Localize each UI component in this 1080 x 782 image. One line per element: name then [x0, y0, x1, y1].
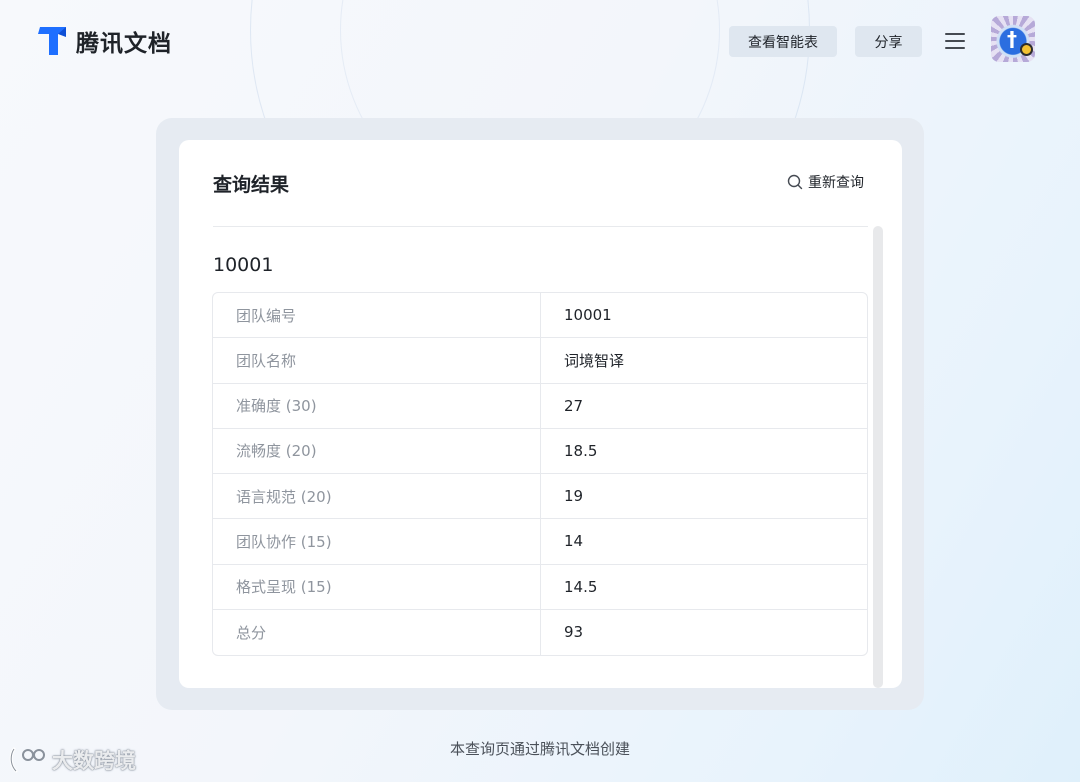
footer-note: 本查询页通过腾讯文档创建 [449, 740, 630, 758]
menu-icon[interactable] [945, 33, 965, 49]
requery-label: 重新查询 [808, 175, 864, 191]
field-value: 18.5 [564, 441, 598, 460]
result-table: 团队编号 10001 团队名称 词境智译 准确度 (30) 27 流畅度 (20… [212, 292, 868, 656]
table-row: 语言规范 (20) 19 [213, 474, 867, 520]
field-value: 27 [564, 396, 584, 415]
field-label: 流畅度 (20) [213, 428, 541, 473]
watermark-logo-icon [9, 747, 45, 773]
field-value: 19 [564, 487, 584, 506]
field-value: 14.5 [564, 577, 598, 596]
avatar-cross-icon: † [1007, 27, 1017, 51]
requery-button[interactable]: 重新查询 [787, 172, 864, 192]
table-row: 总分 93 [213, 609, 867, 655]
field-label: 团队协作 (15) [213, 519, 541, 564]
app-logo-text: 腾讯文档 [76, 31, 172, 57]
table-row: 团队编号 10001 [213, 293, 867, 339]
field-label: 团队名称 [213, 338, 541, 383]
table-row: 团队协作 (15) 14 [213, 519, 867, 565]
field-label: 语言规范 (20) [213, 474, 541, 519]
table-row: 团队名称 词境智译 [213, 338, 867, 384]
page-title: 查询结果 [213, 174, 290, 196]
divider [213, 226, 868, 227]
field-label: 总分 [213, 609, 541, 655]
field-value: 14 [564, 532, 584, 551]
search-icon [787, 174, 803, 190]
table-row: 格式呈现 (15) 14.5 [213, 564, 867, 610]
watermark-text: 大数跨境 [52, 749, 136, 773]
watermark: 大数跨境 [8, 745, 136, 775]
table-row: 准确度 (30) 27 [213, 383, 867, 429]
share-button[interactable]: 分享 [855, 26, 922, 57]
field-value: 词境智译 [564, 351, 625, 370]
view-smart-table-button[interactable]: 查看智能表 [729, 26, 837, 57]
app-logo[interactable]: 腾讯文档 [36, 24, 172, 58]
field-value: 93 [564, 623, 584, 642]
top-bar: 腾讯文档 查看智能表 分享 † [0, 0, 1080, 82]
vertical-scrollbar[interactable] [873, 226, 883, 688]
field-label: 团队编号 [213, 293, 541, 338]
table-row: 流畅度 (20) 18.5 [213, 428, 867, 474]
field-label: 格式呈现 (15) [213, 564, 541, 609]
field-label: 准确度 (30) [213, 383, 541, 428]
field-value: 10001 [564, 306, 612, 325]
avatar[interactable]: † [991, 16, 1035, 62]
record-id: 10001 [213, 254, 274, 276]
tencent-docs-logo-icon [38, 27, 66, 55]
avatar-badge-icon [1020, 43, 1033, 56]
